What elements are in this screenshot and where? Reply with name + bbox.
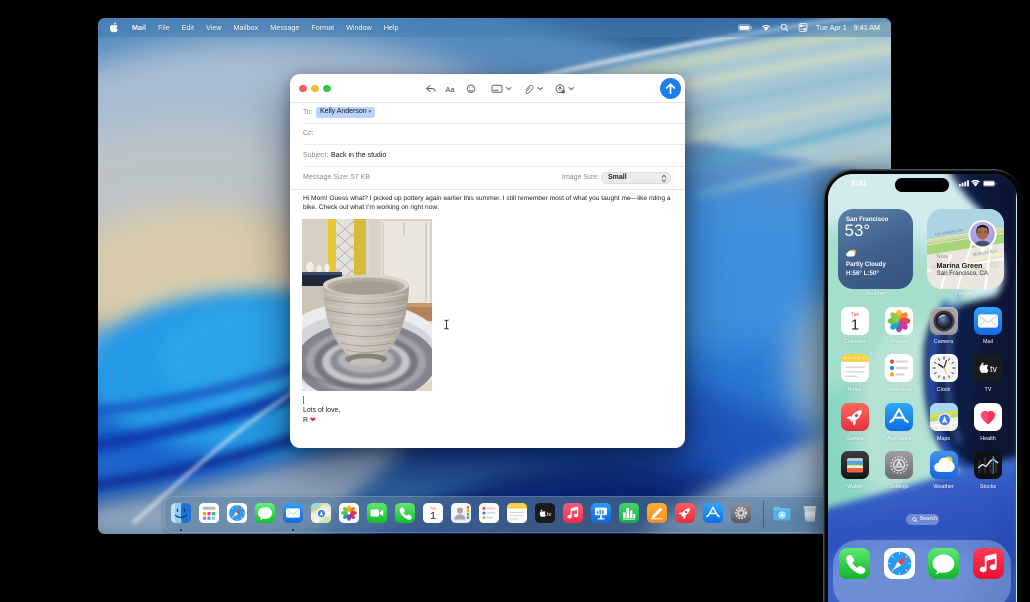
svg-text:1: 1 (430, 510, 436, 522)
svg-text:tv: tv (547, 512, 552, 518)
svg-text:tv: tv (990, 364, 998, 374)
svg-text:Aa: Aa (445, 84, 455, 93)
svg-text:1: 1 (850, 317, 858, 333)
